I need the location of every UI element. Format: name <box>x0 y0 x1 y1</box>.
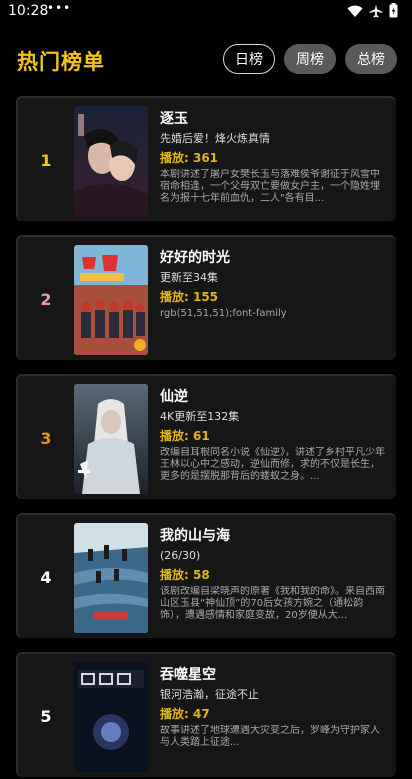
play-count: 播放: 361 <box>160 151 219 165</box>
list-item[interactable]: 2 好好的时光 更新至34集 播放: 155 rgb(51,51,51);fon… <box>16 235 396 360</box>
poster-image[interactable] <box>74 523 148 633</box>
rank-number: 4 <box>40 568 52 587</box>
status-bar: 10:28 ••• <box>0 0 412 24</box>
drama-title: 仙逆 <box>160 389 188 405</box>
drama-description: 改编自耳根同名小说《仙逆》，讲述了乡村平凡少年王林以心中之感动，逆仙而修，求的不… <box>160 447 385 482</box>
drama-description: 本剧讲述了屠户女樊长玉与落难侯爷谢征于风雪中宿命相逢，一个父母双亡要做女户主，一… <box>160 169 380 204</box>
drama-title: 我的山与海 <box>160 528 230 544</box>
tab-overall[interactable]: 总榜 <box>345 44 397 74</box>
rank-number: 2 <box>40 290 52 309</box>
poster-image[interactable] <box>74 245 148 355</box>
tab-daily[interactable]: 日榜 <box>223 44 275 74</box>
notification-dots-icon: ••• <box>47 1 72 15</box>
poster-image[interactable] <box>74 384 148 494</box>
wifi-icon <box>347 3 363 22</box>
drama-title: 好好的时光 <box>160 250 230 266</box>
poster-image[interactable] <box>74 106 148 216</box>
play-count: 播放: 58 <box>160 568 210 582</box>
play-count: 播放: 61 <box>160 429 210 443</box>
header: 热门榜单 日榜 周榜 总榜 <box>0 40 412 80</box>
drama-subtitle: 更新至34集 <box>160 271 218 284</box>
list-item[interactable]: 5 吞噬星空 银河浩瀚，征途不止 播放: 47 故事讲述了地球遭遇大灾变之后，罗… <box>16 652 396 777</box>
ranking-tabs: 日榜 周榜 总榜 <box>223 44 397 74</box>
drama-title: 吞噬星空 <box>160 667 216 683</box>
airplane-icon <box>369 3 383 22</box>
drama-description: 故事讲述了地球遭遇大灾变之后，罗峰为守护家人与人类踏上征途... <box>160 725 380 748</box>
drama-title: 逐玉 <box>160 111 188 127</box>
list-item[interactable]: 3 仙逆 4K更新至132集 播放: 61 改编自耳根同名小说《仙逆》，讲述了乡… <box>16 374 396 499</box>
status-time: 10:28 <box>8 3 49 19</box>
tab-weekly[interactable]: 周榜 <box>284 44 336 74</box>
drama-description: rgb(51,51,51);font-family <box>160 308 287 319</box>
poster-image[interactable] <box>74 662 148 772</box>
battery-icon <box>389 3 398 22</box>
drama-description: 该剧改编自梁晓声的原著《我和我的命》。来自西南山区玉县“神仙顶”的70后女孩方婉… <box>160 586 385 621</box>
rank-number: 3 <box>40 429 52 448</box>
list-item[interactable]: 1 逐玉 先婚后爱！烽火炼真情 播放: 361 本剧讲述了屠户女樊长玉与落难侯爷… <box>16 96 396 221</box>
drama-subtitle: 先婚后爱！烽火炼真情 <box>160 132 270 145</box>
page-title: 热门榜单 <box>17 50 105 74</box>
rank-number: 5 <box>40 707 52 726</box>
drama-subtitle: (26/30) <box>160 549 201 562</box>
rank-number: 1 <box>40 151 52 170</box>
play-count: 播放: 47 <box>160 707 210 721</box>
list-item[interactable]: 4 我的山与海 (26/30) 播放: 58 该剧改编自梁晓声的原著《我和我的命… <box>16 513 396 638</box>
drama-subtitle: 4K更新至132集 <box>160 410 240 423</box>
status-icons <box>347 3 398 22</box>
drama-subtitle: 银河浩瀚，征途不止 <box>160 688 259 701</box>
play-count: 播放: 155 <box>160 290 219 304</box>
